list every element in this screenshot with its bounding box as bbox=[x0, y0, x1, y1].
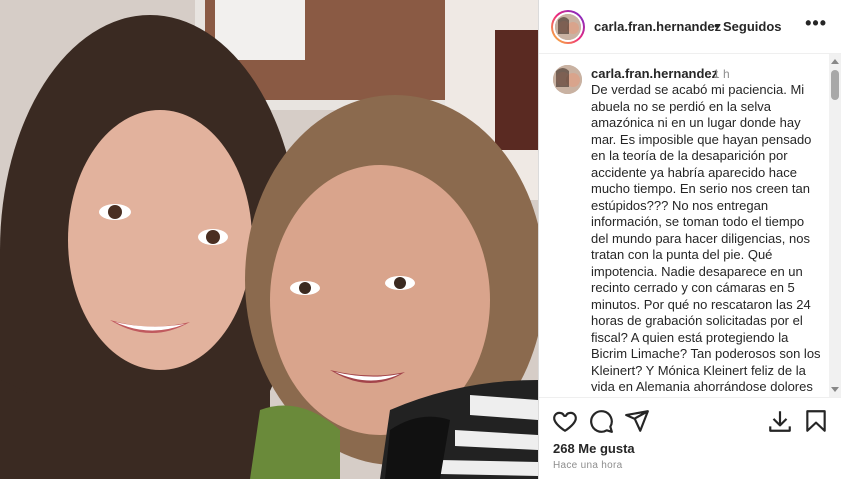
avatar[interactable] bbox=[551, 10, 585, 44]
post-header: carla.fran.hernandez • Seguidos ••• bbox=[539, 0, 841, 54]
comment-username[interactable]: carla.fran.hernandez bbox=[591, 66, 718, 81]
share-icon[interactable] bbox=[624, 408, 650, 434]
scrollbar[interactable] bbox=[829, 54, 841, 397]
comment-time: 1 h bbox=[713, 67, 730, 81]
action-bar: 268 Me gusta Hace una hora bbox=[539, 397, 841, 480]
post-sidebar: carla.fran.hernandez • Seguidos ••• carl… bbox=[538, 0, 841, 479]
follow-status-button[interactable]: Seguidos bbox=[723, 19, 782, 34]
scroll-down-icon[interactable] bbox=[831, 387, 839, 392]
comment-icon[interactable] bbox=[588, 408, 614, 434]
heart-icon[interactable] bbox=[552, 408, 578, 434]
post-photo[interactable] bbox=[0, 0, 538, 479]
scroll-up-icon[interactable] bbox=[831, 59, 839, 64]
download-icon[interactable] bbox=[767, 408, 793, 434]
separator-dot: • bbox=[714, 18, 719, 33]
comment-text: De verdad se acabó mi paciencia. Mi abue… bbox=[591, 82, 821, 397]
comment-avatar[interactable] bbox=[553, 65, 582, 94]
scroll-thumb[interactable] bbox=[831, 70, 839, 100]
bookmark-icon[interactable] bbox=[803, 408, 829, 434]
caption-comment: carla.fran.hernandez 1 h De verdad se ac… bbox=[539, 54, 829, 397]
selfie-image bbox=[0, 0, 538, 479]
post-timestamp: Hace una hora bbox=[553, 460, 623, 471]
post-username[interactable]: carla.fran.hernandez bbox=[594, 19, 721, 34]
likes-count[interactable]: 268 Me gusta bbox=[553, 441, 635, 456]
more-options-icon[interactable]: ••• bbox=[805, 13, 827, 34]
